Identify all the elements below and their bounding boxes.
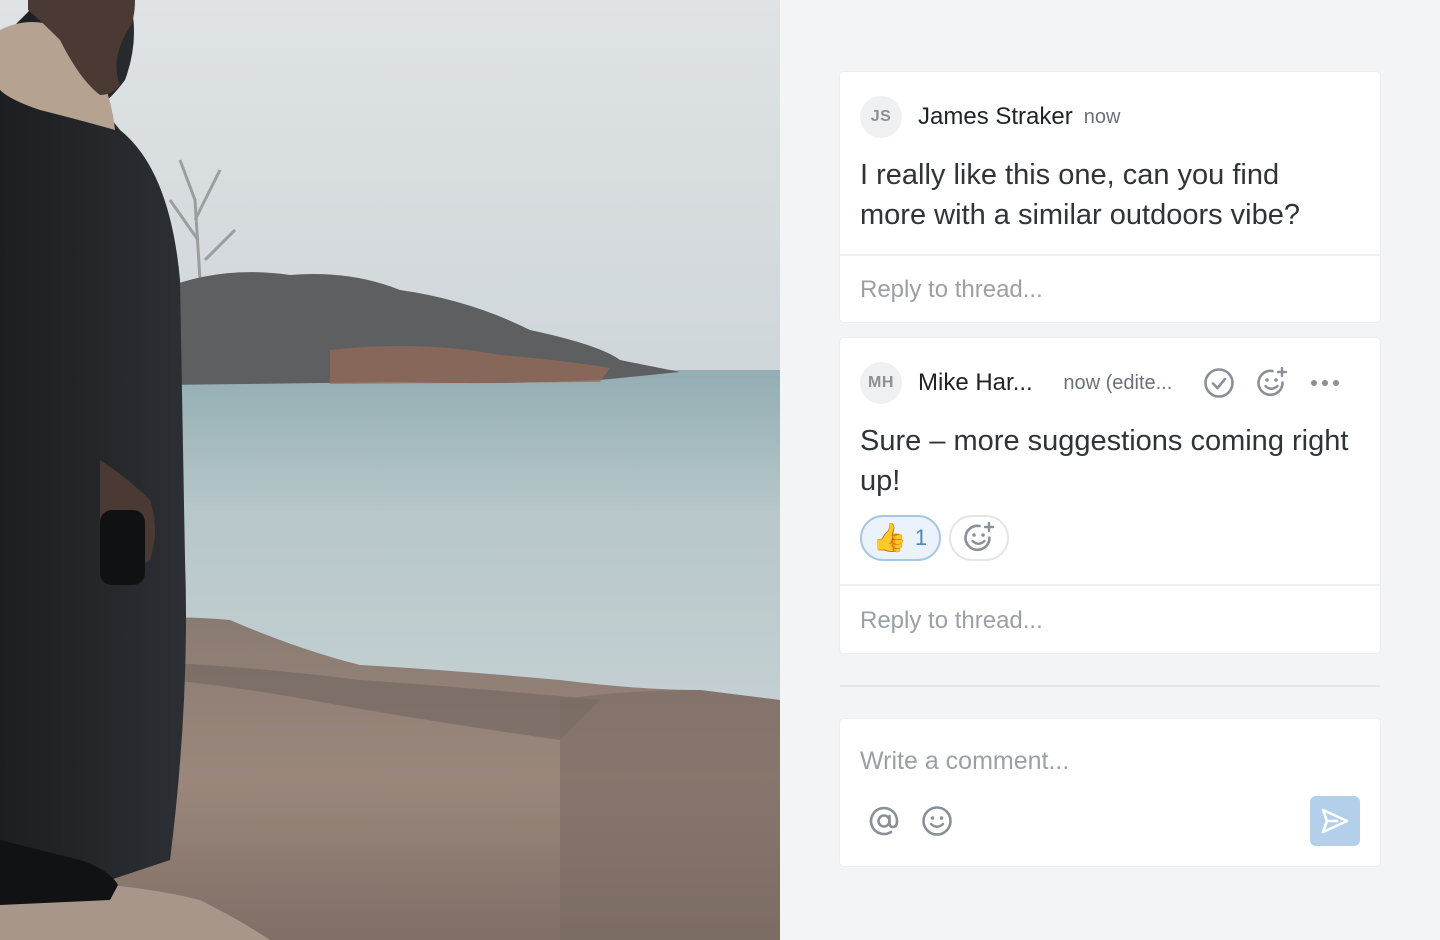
mention-icon bbox=[869, 806, 899, 836]
avatar[interactable]: MH bbox=[860, 362, 902, 404]
comment-actions bbox=[1201, 365, 1360, 401]
resolve-icon bbox=[1204, 368, 1234, 398]
add-reaction-icon bbox=[964, 521, 995, 552]
send-button[interactable] bbox=[1310, 796, 1360, 846]
comment-author[interactable]: Mike Har... bbox=[918, 369, 1037, 397]
comment-header: MH Mike Har... now (edite... bbox=[860, 362, 1360, 404]
reply-input[interactable] bbox=[860, 601, 1360, 641]
comment-timestamp: now (edite... bbox=[1063, 371, 1173, 394]
comment-composer bbox=[840, 719, 1380, 866]
comment-body: Sure – more suggestions coming right up! bbox=[860, 425, 1349, 497]
more-icon bbox=[1311, 380, 1339, 386]
photo-image bbox=[0, 0, 780, 940]
comment-thread: JS James Straker now I really like this … bbox=[840, 72, 1380, 322]
add-reaction-icon bbox=[1257, 366, 1288, 397]
avatar[interactable]: JS bbox=[860, 96, 902, 138]
app-root: JS James Straker now I really like this … bbox=[0, 0, 1440, 940]
photo-illustration bbox=[0, 0, 780, 940]
emoji-icon bbox=[922, 806, 952, 836]
resolve-button[interactable] bbox=[1201, 365, 1237, 401]
comment-timestamp: now bbox=[1083, 105, 1121, 128]
mention-button[interactable] bbox=[866, 803, 902, 839]
divider bbox=[840, 685, 1380, 687]
comment-author[interactable]: James Straker bbox=[918, 103, 1073, 131]
more-button[interactable] bbox=[1307, 365, 1343, 401]
comment-thread: MH Mike Har... now (edite... Sure – more… bbox=[840, 338, 1380, 653]
emoji-button[interactable] bbox=[919, 803, 955, 839]
comments-sidebar: JS James Straker now I really like this … bbox=[780, 0, 1440, 940]
divider bbox=[840, 584, 1380, 586]
divider bbox=[840, 254, 1380, 256]
reaction-chip[interactable]: 👍 1 bbox=[860, 515, 942, 561]
reply-input[interactable] bbox=[860, 270, 1360, 310]
thumbs-up-icon: 👍 bbox=[872, 522, 907, 553]
comment-input[interactable] bbox=[860, 741, 1360, 781]
reaction-count: 1 bbox=[914, 525, 928, 550]
add-reaction-button[interactable] bbox=[949, 515, 1010, 561]
add-reaction-button[interactable] bbox=[1254, 365, 1290, 401]
reactions: 👍 1 bbox=[860, 515, 1010, 561]
composer-tools bbox=[866, 803, 972, 839]
comment-body: I really like this one, can you find mor… bbox=[860, 159, 1301, 231]
comment-header: JS James Straker now bbox=[860, 96, 1360, 138]
send-icon bbox=[1321, 808, 1349, 834]
